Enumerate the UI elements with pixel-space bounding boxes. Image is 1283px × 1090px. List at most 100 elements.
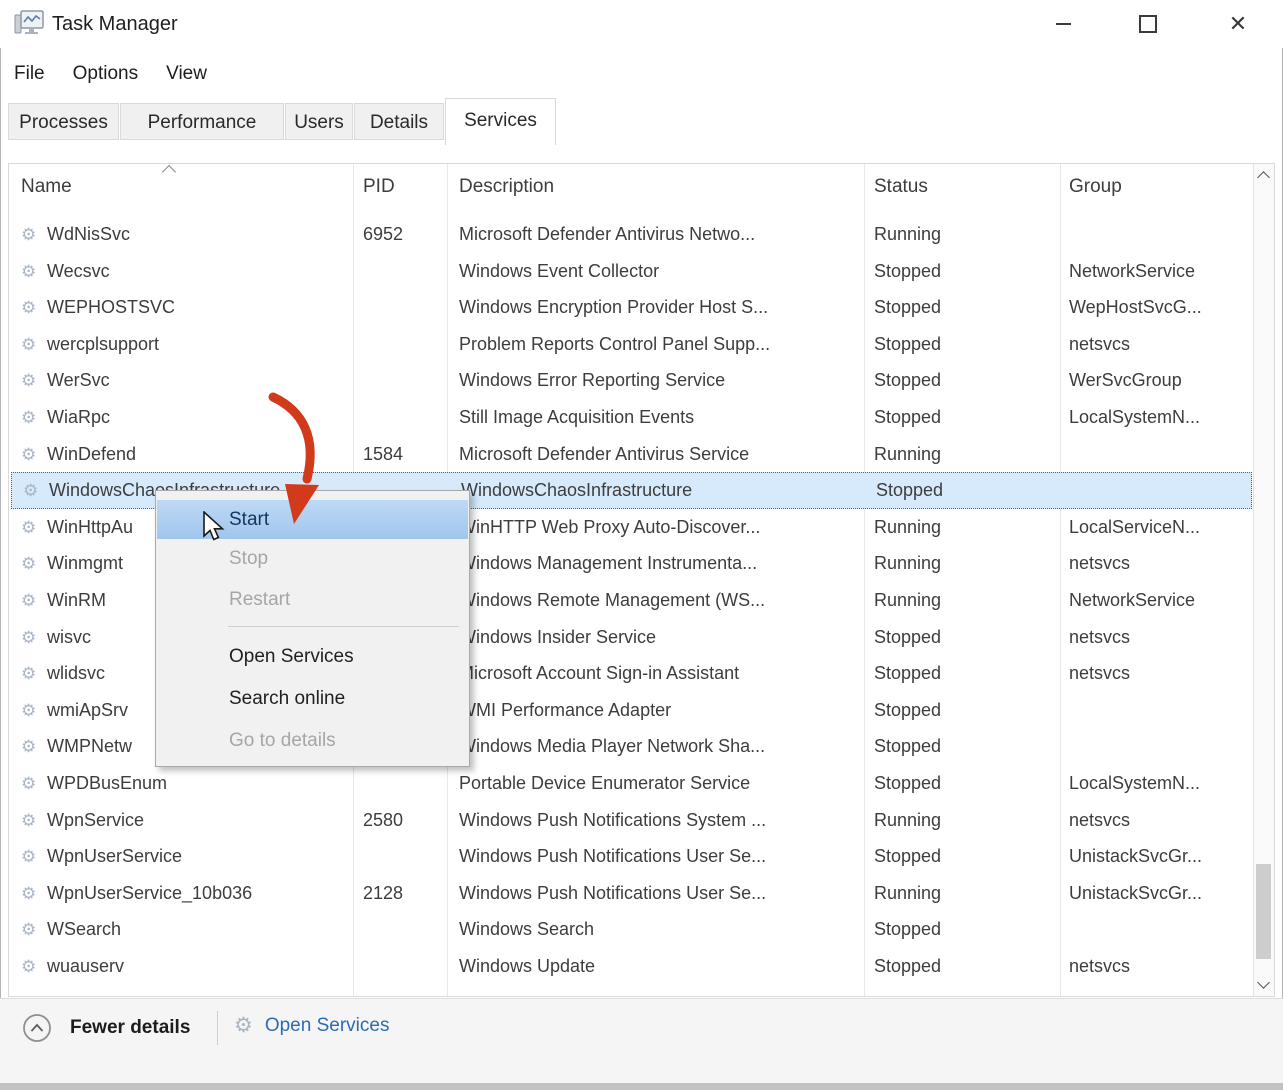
column-header-pid[interactable]: PID xyxy=(363,176,395,198)
tab-performance[interactable]: Performance xyxy=(120,103,284,140)
sort-ascending-icon xyxy=(162,165,176,179)
window-title: Task Manager xyxy=(52,0,178,48)
service-gear-icon: ⚙ xyxy=(21,582,36,619)
scrollbar-thumb[interactable] xyxy=(1256,864,1271,959)
cell-status: Stopped xyxy=(874,692,941,729)
cell-description: Windows Media Player Network Sha... xyxy=(459,728,765,765)
cell-status: Stopped xyxy=(874,838,941,875)
cell-status: Stopped xyxy=(876,472,943,509)
cell-name: WpnUserService xyxy=(47,838,182,875)
cell-status: Running xyxy=(874,545,941,582)
menu-bar: FileOptionsView xyxy=(0,56,221,92)
table-row[interactable]: ⚙WEPHOSTSVCWindows Encryption Provider H… xyxy=(9,289,1252,326)
cell-description: Problem Reports Control Panel Supp... xyxy=(459,326,770,363)
cell-group: UnistackSvcGr... xyxy=(1069,838,1202,875)
service-gear-icon: ⚙ xyxy=(21,875,36,912)
menu-file[interactable]: File xyxy=(0,56,59,92)
table-row[interactable]: ⚙wuauservWindows UpdateStoppednetsvcs xyxy=(9,948,1252,985)
cell-name: WinRM xyxy=(47,582,106,619)
window-bottom-edge xyxy=(0,1083,1283,1090)
table-row[interactable]: ⚙WecsvcWindows Event CollectorStoppedNet… xyxy=(9,253,1252,290)
cell-status: Running xyxy=(874,802,941,839)
column-header-group[interactable]: Group xyxy=(1069,176,1122,198)
table-row[interactable]: ⚙WpnUserService_10b0362128Windows Push N… xyxy=(9,875,1252,912)
cell-group: NetworkService xyxy=(1069,582,1195,619)
maximize-button[interactable] xyxy=(1120,0,1176,48)
scroll-up-icon[interactable] xyxy=(1257,171,1270,184)
vertical-scrollbar[interactable] xyxy=(1253,164,1274,996)
table-row[interactable]: ⚙WiaRpcStill Image Acquisition EventsSto… xyxy=(9,399,1252,436)
cell-name: Winmgmt xyxy=(47,545,123,582)
service-gear-icon: ⚙ xyxy=(21,545,36,582)
service-gear-icon: ⚙ xyxy=(21,289,36,326)
table-row[interactable]: ⚙WPDBusEnumPortable Device Enumerator Se… xyxy=(9,765,1252,802)
fewer-details-button[interactable]: Fewer details xyxy=(22,1013,190,1043)
table-row[interactable]: ⚙wercplsupportProblem Reports Control Pa… xyxy=(9,326,1252,363)
minimize-icon xyxy=(1056,23,1071,25)
cell-description: Windows Insider Service xyxy=(459,619,656,656)
cell-name: WinHttpAu xyxy=(47,509,133,546)
table-row[interactable]: ⚙WSearchWindows SearchStopped xyxy=(9,911,1252,948)
close-button[interactable]: ✕ xyxy=(1210,0,1266,48)
cell-status: Stopped xyxy=(874,362,941,399)
menu-options[interactable]: Options xyxy=(59,56,152,92)
cell-name: WdNisSvc xyxy=(47,216,130,253)
collapse-circle-icon xyxy=(22,1013,52,1043)
cell-description: WinHTTP Web Proxy Auto-Discover... xyxy=(459,509,760,546)
service-gear-icon: ⚙ xyxy=(21,619,36,656)
cell-group: LocalServiceN... xyxy=(1069,509,1200,546)
cell-description: WMI Performance Adapter xyxy=(459,692,671,729)
cell-status: Running xyxy=(874,875,941,912)
scroll-down-icon[interactable] xyxy=(1257,976,1270,989)
tab-details[interactable]: Details xyxy=(354,103,444,140)
tab-users[interactable]: Users xyxy=(285,103,353,140)
minimize-button[interactable] xyxy=(1035,0,1091,48)
table-row[interactable]: ⚙WpnService2580Windows Push Notification… xyxy=(9,802,1252,839)
service-gear-icon: ⚙ xyxy=(21,728,36,765)
cell-name: wuauserv xyxy=(47,948,124,985)
cell-status: Running xyxy=(874,509,941,546)
context-menu-item-go-to-details: Go to details xyxy=(157,721,468,761)
tab-processes[interactable]: Processes xyxy=(8,103,119,140)
cell-description: Windows Search xyxy=(459,911,594,948)
table-row[interactable]: ⚙WerSvcWindows Error Reporting ServiceSt… xyxy=(9,362,1252,399)
cell-status: Stopped xyxy=(874,253,941,290)
cell-description: Windows Error Reporting Service xyxy=(459,362,725,399)
cell-group: LocalSystemN... xyxy=(1069,399,1200,436)
column-header-description[interactable]: Description xyxy=(459,176,554,198)
table-row[interactable]: ⚙WpnUserServiceWindows Push Notification… xyxy=(9,838,1252,875)
cell-pid: 2128 xyxy=(363,875,403,912)
cell-status: Running xyxy=(874,216,941,253)
cell-description: Portable Device Enumerator Service xyxy=(459,765,750,802)
cell-name: WEPHOSTSVC xyxy=(47,289,175,326)
context-menu-item-start[interactable]: Start xyxy=(157,500,468,539)
cell-description: Windows Push Notifications System ... xyxy=(459,802,766,839)
cell-status: Running xyxy=(874,582,941,619)
fewer-details-label: Fewer details xyxy=(70,1017,190,1039)
cell-group: UnistackSvcGr... xyxy=(1069,875,1202,912)
service-gear-icon: ⚙ xyxy=(21,399,36,436)
tab-services[interactable]: Services xyxy=(445,98,556,145)
service-gear-icon: ⚙ xyxy=(21,655,36,692)
menu-view[interactable]: View xyxy=(152,56,221,92)
cell-group: WepHostSvcG... xyxy=(1069,289,1202,326)
cell-group: netsvcs xyxy=(1069,948,1130,985)
service-gear-icon: ⚙ xyxy=(21,362,36,399)
open-services-link[interactable]: ⚙ Open Services xyxy=(234,1013,389,1038)
cell-name: WinDefend xyxy=(47,436,136,473)
cell-status: Stopped xyxy=(874,948,941,985)
column-header-name[interactable]: Name xyxy=(21,176,72,198)
column-header-status[interactable]: Status xyxy=(874,176,928,198)
service-gear-icon: ⚙ xyxy=(21,692,36,729)
close-icon: ✕ xyxy=(1229,13,1247,35)
context-menu-item-open-services[interactable]: Open Services xyxy=(157,637,468,677)
table-row[interactable]: ⚙WdNisSvc6952Microsoft Defender Antiviru… xyxy=(9,216,1252,253)
context-menu-separator xyxy=(228,626,459,627)
service-gear-icon: ⚙ xyxy=(21,911,36,948)
context-menu-item-search-online[interactable]: Search online xyxy=(157,679,468,719)
table-row[interactable]: ⚙WinDefend1584Microsoft Defender Antivir… xyxy=(9,436,1252,473)
title-bar: Task Manager ✕ xyxy=(0,0,1283,48)
service-gear-icon: ⚙ xyxy=(21,216,36,253)
cell-group: netsvcs xyxy=(1069,545,1130,582)
cell-description: Windows Update xyxy=(459,948,595,985)
